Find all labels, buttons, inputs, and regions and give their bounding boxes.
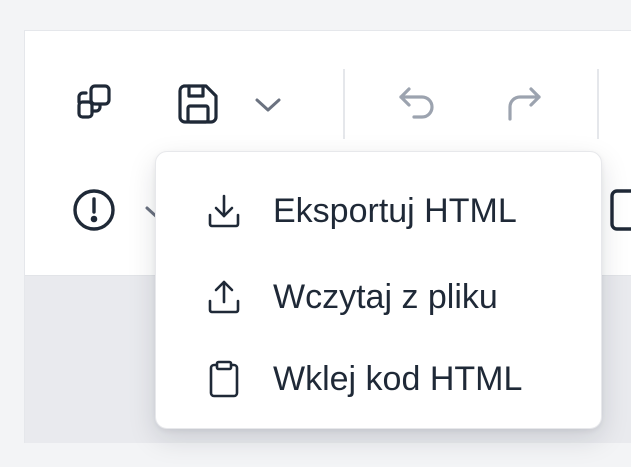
toolbar-separator [597,69,599,139]
menu-item-load-file[interactable]: Wczytaj z pliku [156,253,601,337]
menu-item-export-html[interactable]: Eksportuj HTML [156,167,601,251]
save-menu: Eksportuj HTML Wczytaj z pliku Wklej kod… [155,151,602,429]
toolbar-separator [343,69,345,139]
upload-icon [204,277,244,322]
menu-item-paste-html[interactable]: Wklej kod HTML [156,335,601,419]
save-icon[interactable] [175,81,221,127]
redo-icon[interactable] [503,81,547,125]
undo-icon[interactable] [395,81,439,125]
clipboard-icon [204,359,244,404]
device-icon[interactable] [609,187,631,237]
menu-item-label: Wczytaj z pliku [273,278,498,316]
download-icon [204,191,244,236]
menu-item-label: Eksportuj HTML [273,192,517,230]
chevron-down-icon[interactable] [253,95,283,115]
menu-item-label: Wklej kod HTML [273,360,523,398]
copy-icon[interactable] [73,81,117,125]
alert-circle-icon[interactable] [69,185,119,235]
